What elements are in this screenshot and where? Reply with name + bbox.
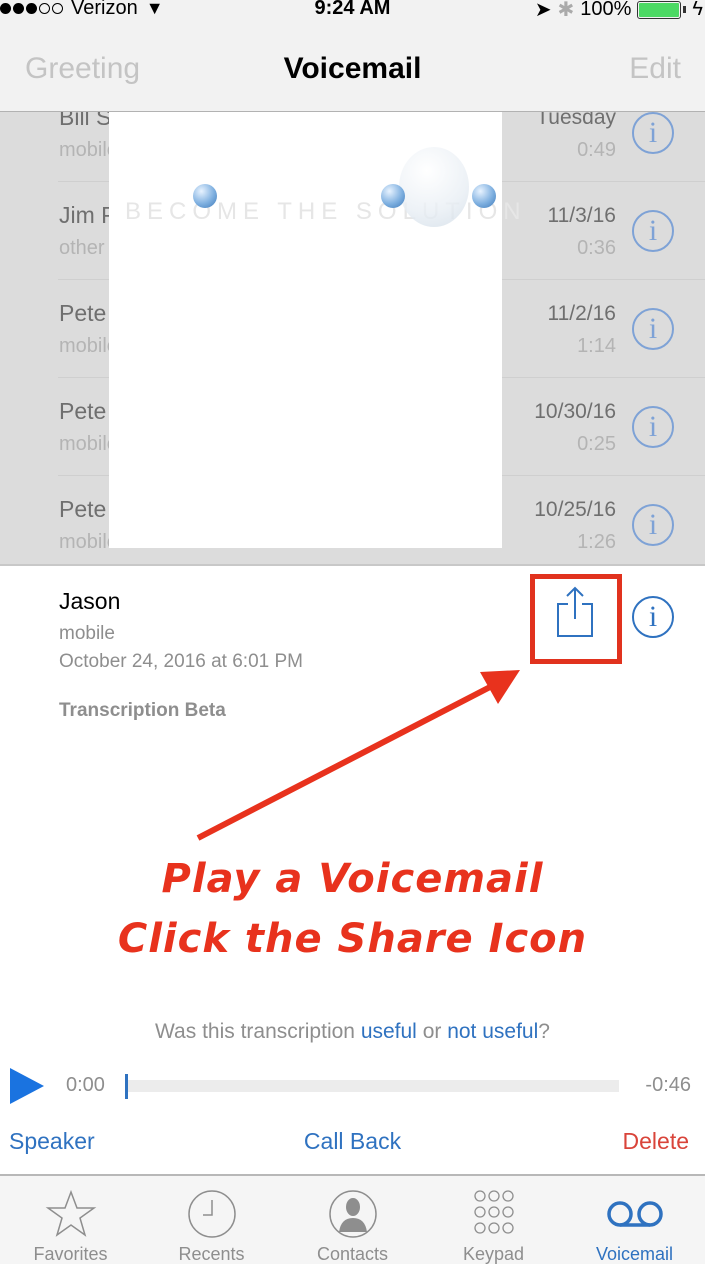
tab-keypad[interactable]: Keypad	[423, 1176, 564, 1264]
caller-name: Jim P	[59, 202, 117, 228]
caller-type: mobile	[59, 623, 115, 644]
page-title: Voicemail	[283, 52, 422, 85]
tab-voicemail[interactable]: Voicemail	[564, 1176, 705, 1264]
battery-nub	[683, 6, 687, 13]
watermark-bubble-icon	[472, 184, 496, 208]
feedback-suffix: ?	[538, 1020, 550, 1043]
charging-bolt-icon: ϟ	[692, 0, 703, 20]
info-icon[interactable]: i	[632, 504, 674, 546]
useful-link[interactable]: useful	[361, 1020, 417, 1043]
caller-type: other	[59, 237, 105, 259]
caller-name: Pete	[59, 496, 107, 522]
feedback-prefix: Was this transcription	[155, 1020, 361, 1043]
status-bar: Verizon ▼ 9:24 AM ➤ ✱ 100% ϟ	[0, 0, 705, 22]
tab-bar: Favorites Recents Contacts Keypad Voicem…	[0, 1174, 705, 1264]
info-icon[interactable]: i	[632, 210, 674, 252]
tab-label: Voicemail	[595, 1244, 674, 1264]
battery-percent: 100%	[580, 0, 632, 20]
caller-name: Pete	[59, 398, 107, 424]
voicemail-icon	[564, 1188, 705, 1240]
star-icon	[0, 1188, 141, 1240]
elapsed-time: 0:00	[66, 1074, 105, 1096]
tab-label: Favorites	[33, 1244, 108, 1264]
annotation-line-1: Play a Voicemail	[161, 856, 544, 902]
voicemail-duration: 0:25	[577, 433, 616, 455]
voicemail-date: 11/3/16	[547, 204, 616, 227]
voicemail-date: 10/25/16	[534, 498, 616, 521]
edit-button[interactable]: Edit	[629, 52, 681, 86]
info-icon[interactable]: i	[632, 308, 674, 350]
watermark-bubble-icon	[381, 184, 405, 208]
info-icon[interactable]: i	[632, 406, 674, 448]
battery-fill	[639, 2, 680, 17]
voicemail-date: Tuesday	[536, 112, 616, 129]
audio-player: 0:00 -0:46	[0, 1066, 705, 1106]
call-back-button[interactable]: Call Back	[0, 1128, 705, 1155]
battery-icon	[637, 0, 682, 19]
navigation-bar: Greeting Voicemail Edit	[0, 22, 705, 112]
scrubber-thumb[interactable]	[125, 1074, 128, 1099]
voicemail-actions: Speaker Call Back Delete	[0, 1128, 705, 1164]
bluetooth-icon: ✱	[557, 0, 575, 21]
caller-name: Pete	[59, 300, 107, 326]
share-icon[interactable]	[555, 586, 595, 638]
transcription-label: Transcription Beta	[59, 700, 226, 721]
feedback-middle: or	[416, 1020, 448, 1043]
contact-icon	[282, 1188, 423, 1240]
annotation-line-2: Click the Share Icon	[117, 916, 588, 962]
watermark-bubble-icon	[399, 147, 469, 227]
info-icon[interactable]: i	[632, 112, 674, 154]
delete-button[interactable]: Delete	[623, 1128, 689, 1155]
location-arrow-icon: ➤	[534, 0, 552, 21]
not-useful-link[interactable]: not useful	[447, 1020, 538, 1043]
voicemail-duration: 1:14	[577, 335, 616, 357]
redaction-overlay: BECOME THE SOLUTION	[109, 112, 521, 548]
voicemail-date: 11/2/16	[547, 302, 616, 325]
keypad-icon	[423, 1188, 564, 1240]
selected-voicemail: Jason mobile October 24, 2016 at 6:01 PM…	[0, 566, 705, 1176]
clock-icon	[141, 1188, 282, 1240]
tab-label: Recents	[178, 1244, 245, 1264]
voicemail-duration: 1:26	[577, 531, 616, 553]
transcription-feedback: Was this transcription useful or not use…	[0, 1020, 705, 1044]
tab-label: Keypad	[462, 1244, 525, 1264]
voicemail-datetime: October 24, 2016 at 6:01 PM	[59, 651, 303, 672]
tab-favorites[interactable]: Favorites	[0, 1176, 141, 1264]
scrubber-track[interactable]	[127, 1080, 619, 1092]
watermark-bubble-icon	[193, 184, 217, 208]
tab-label: Contacts	[316, 1244, 389, 1264]
status-right: ➤ ✱ 100% ϟ	[535, 0, 703, 22]
tab-recents[interactable]: Recents	[141, 1176, 282, 1264]
info-icon[interactable]: i	[632, 596, 674, 638]
play-icon[interactable]	[10, 1068, 44, 1104]
voicemail-date: 10/30/16	[534, 400, 616, 423]
voicemail-duration: 0:36	[577, 237, 616, 259]
caller-name: Jason	[59, 588, 121, 614]
tab-contacts[interactable]: Contacts	[282, 1176, 423, 1264]
voicemail-duration: 0:49	[577, 139, 616, 161]
remaining-time: -0:46	[645, 1074, 691, 1096]
